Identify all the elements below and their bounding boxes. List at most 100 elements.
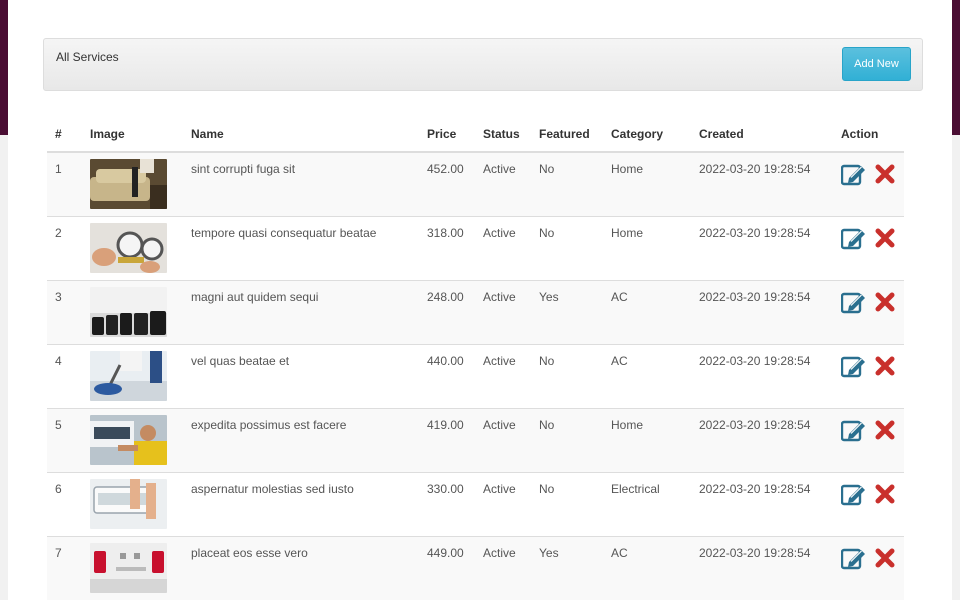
delete-icon[interactable] — [875, 228, 895, 251]
delete-icon[interactable] — [875, 548, 895, 571]
row-created: 2022-03-20 19:28:54 — [691, 279, 833, 344]
row-actions — [833, 215, 904, 280]
header-featured: Featured — [531, 116, 603, 153]
row-created: 2022-03-20 19:28:54 — [691, 151, 833, 216]
delete-icon[interactable] — [875, 356, 895, 379]
row-price: 248.00 — [419, 279, 475, 344]
table-row: 5 expedita possimus est facere 419.00 Activ… — [47, 407, 904, 472]
row-featured: No — [531, 343, 603, 408]
row-image-cell — [82, 535, 183, 600]
table-row: 6 aspernatur molestias sed iusto 330.00 Act… — [47, 471, 904, 536]
row-image-cell — [82, 215, 183, 280]
service-thumbnail — [90, 478, 167, 529]
row-name: vel quas beatae et — [183, 343, 419, 408]
row-category: Home — [603, 215, 691, 280]
header-category: Category — [603, 116, 691, 153]
header-name: Name — [183, 116, 419, 153]
header-created: Created — [691, 116, 833, 153]
row-name: magni aut quidem sequi — [183, 279, 419, 344]
edit-icon[interactable] — [840, 290, 867, 317]
row-actions — [833, 535, 904, 600]
row-name: tempore quasi consequatur beatae — [183, 215, 419, 280]
row-name: expedita possimus est facere — [183, 407, 419, 472]
service-thumbnail — [90, 286, 167, 337]
add-new-button[interactable]: Add New — [842, 47, 911, 81]
row-price: 330.00 — [419, 471, 475, 536]
service-thumbnail — [90, 542, 167, 593]
row-name: placeat eos esse vero — [183, 535, 419, 600]
row-number: 5 — [47, 407, 82, 472]
row-status: Active — [475, 471, 531, 536]
edit-icon[interactable] — [840, 162, 867, 189]
row-number: 4 — [47, 343, 82, 408]
row-created: 2022-03-20 19:28:54 — [691, 215, 833, 280]
service-thumbnail — [90, 159, 167, 209]
table-row: 7 placeat eos esse vero 449.00 Active Yes AC 2… — [47, 535, 904, 600]
row-status: Active — [475, 407, 531, 472]
row-name: aspernatur molestias sed iusto — [183, 471, 419, 536]
row-image-cell — [82, 407, 183, 472]
panel-heading: All Services Add New — [43, 38, 923, 91]
service-thumbnail — [90, 222, 167, 273]
panel-title: All Services — [56, 50, 119, 64]
row-featured: No — [531, 151, 603, 216]
row-created: 2022-03-20 19:28:54 — [691, 407, 833, 472]
header-action: Action — [833, 116, 904, 153]
row-featured: No — [531, 215, 603, 280]
edit-icon[interactable] — [840, 354, 867, 381]
services-table: # Image Name Price Status Featured Categ… — [47, 116, 904, 600]
row-status: Active — [475, 343, 531, 408]
row-category: Home — [603, 407, 691, 472]
table-row: 1 sint corrupti fuga sit 452.00 Active No Hom… — [47, 151, 904, 216]
row-featured: Yes — [531, 535, 603, 600]
delete-icon[interactable] — [875, 292, 895, 315]
row-featured: No — [531, 407, 603, 472]
edit-icon[interactable] — [840, 418, 867, 445]
row-created: 2022-03-20 19:28:54 — [691, 471, 833, 536]
row-price: 449.00 — [419, 535, 475, 600]
table-header-row: # Image Name Price Status Featured Categ… — [47, 116, 904, 153]
delete-icon[interactable] — [875, 164, 895, 187]
header-number: # — [47, 116, 82, 153]
row-name: sint corrupti fuga sit — [183, 151, 419, 216]
table-row: 3 magni aut quidem sequi 248.00 Active Yes AC… — [47, 279, 904, 344]
row-image-cell — [82, 343, 183, 408]
delete-icon[interactable] — [875, 420, 895, 443]
row-status: Active — [475, 151, 531, 216]
delete-icon[interactable] — [875, 484, 895, 507]
row-number: 6 — [47, 471, 82, 536]
edit-icon[interactable] — [840, 546, 867, 573]
row-actions — [833, 471, 904, 536]
row-category: AC — [603, 343, 691, 408]
row-number: 2 — [47, 215, 82, 280]
row-number: 7 — [47, 535, 82, 600]
edit-icon[interactable] — [840, 226, 867, 253]
row-created: 2022-03-20 19:28:54 — [691, 535, 833, 600]
table-row: 4 vel quas beatae et 440.00 Active No AC 2022-… — [47, 343, 904, 408]
row-actions — [833, 343, 904, 408]
service-thumbnail — [90, 414, 167, 465]
service-thumbnail — [90, 350, 167, 401]
header-status: Status — [475, 116, 531, 153]
row-image-cell — [82, 151, 183, 216]
row-status: Active — [475, 215, 531, 280]
row-actions — [833, 407, 904, 472]
row-category: AC — [603, 535, 691, 600]
row-price: 440.00 — [419, 343, 475, 408]
row-featured: No — [531, 471, 603, 536]
header-image: Image — [82, 116, 183, 153]
row-category: AC — [603, 279, 691, 344]
row-image-cell — [82, 279, 183, 344]
row-number: 3 — [47, 279, 82, 344]
row-price: 452.00 — [419, 151, 475, 216]
row-category: Electrical — [603, 471, 691, 536]
row-status: Active — [475, 279, 531, 344]
row-actions — [833, 151, 904, 216]
row-featured: Yes — [531, 279, 603, 344]
row-price: 318.00 — [419, 215, 475, 280]
row-created: 2022-03-20 19:28:54 — [691, 343, 833, 408]
edit-icon[interactable] — [840, 482, 867, 509]
row-price: 419.00 — [419, 407, 475, 472]
row-image-cell — [82, 471, 183, 536]
header-price: Price — [419, 116, 475, 153]
